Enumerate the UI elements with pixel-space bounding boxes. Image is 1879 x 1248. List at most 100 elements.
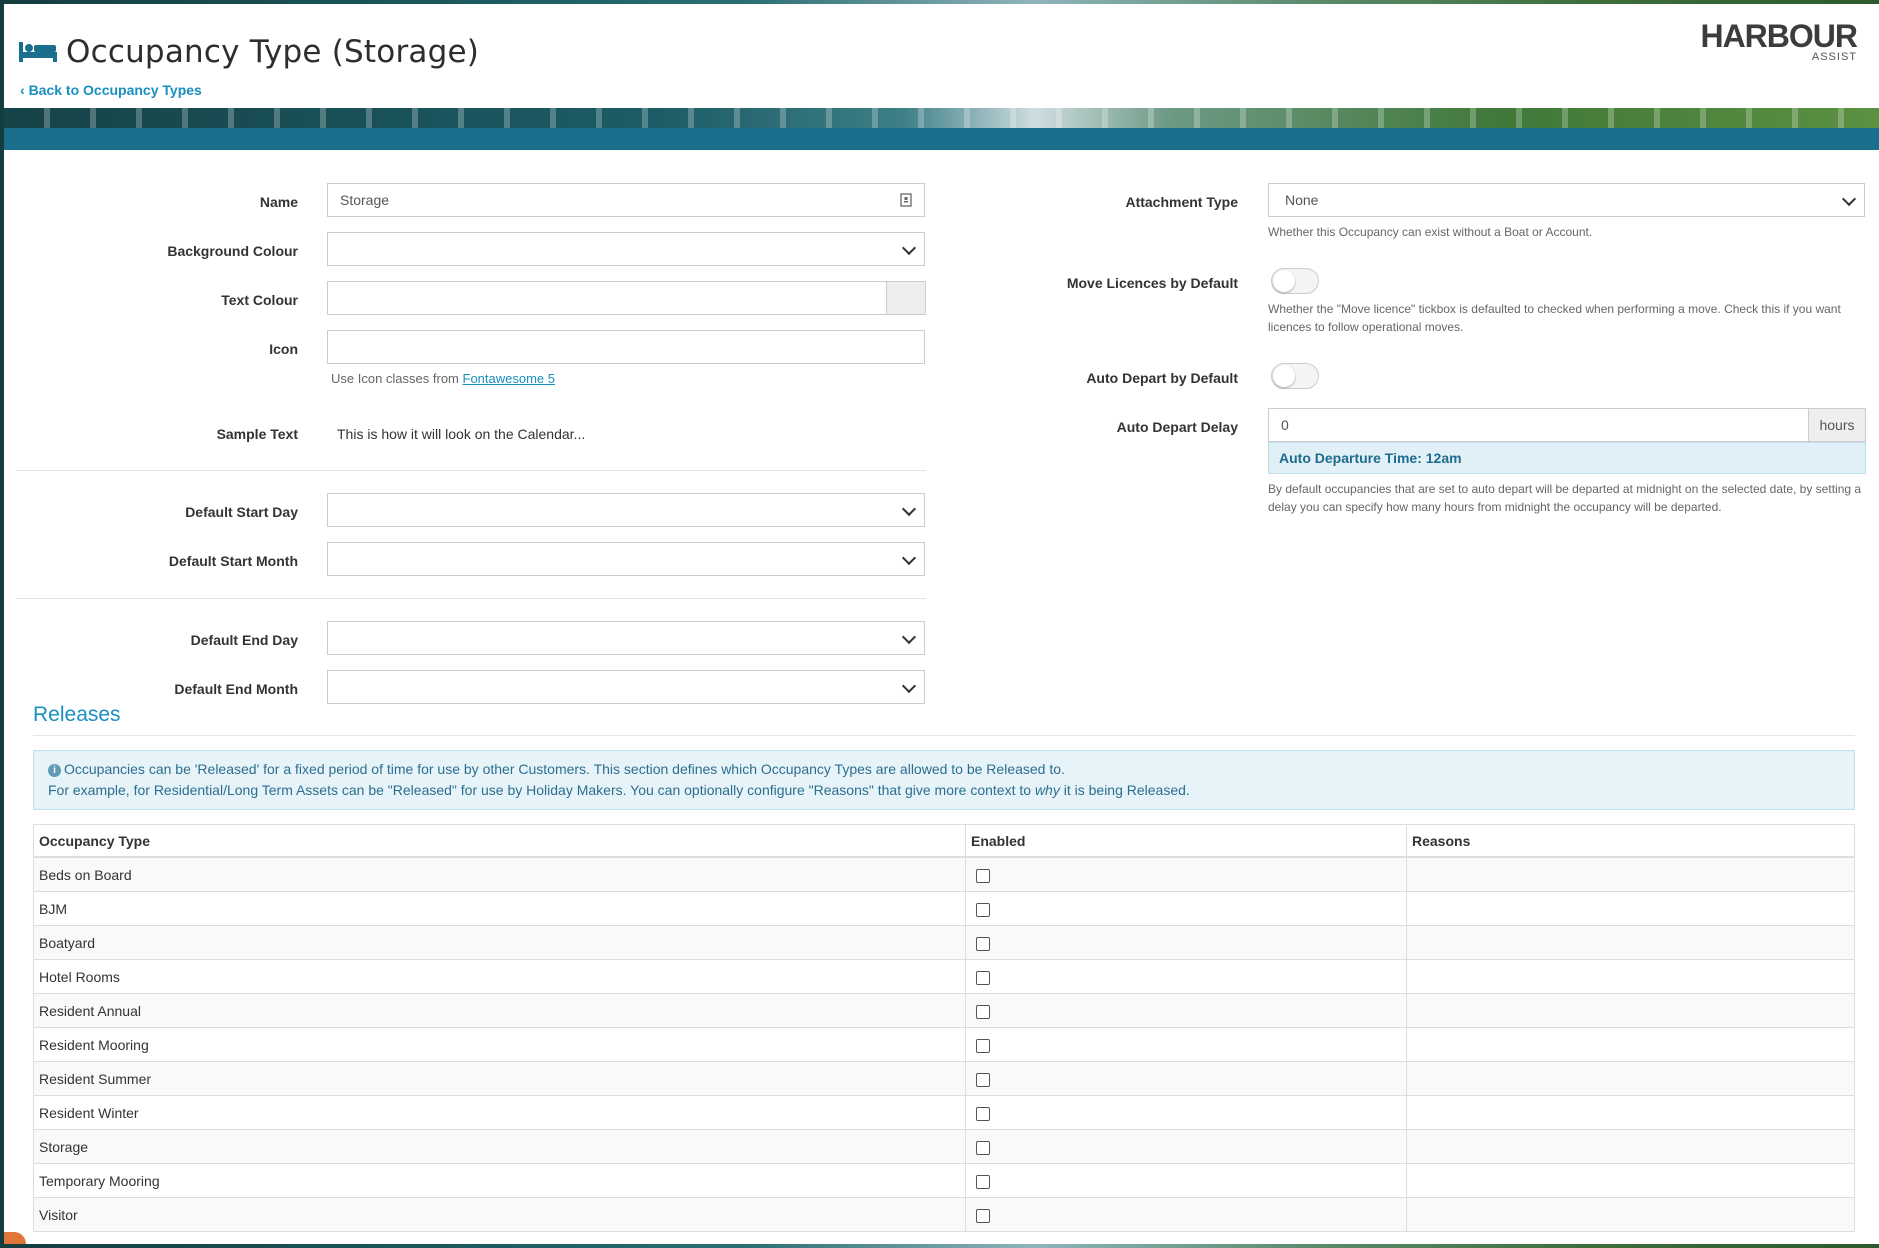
auto-depart-delay-help: By default occupancies that are set to a… [1268, 482, 1862, 514]
attachment-type-value: None [1285, 192, 1319, 208]
auto-depart-delay-input[interactable]: 0 [1268, 408, 1809, 442]
header-bar [4, 128, 1879, 150]
default-start-month-select[interactable] [327, 542, 925, 576]
hours-addon: hours [1808, 408, 1866, 442]
enabled-cell [965, 1129, 1407, 1164]
reasons-cell[interactable] [1406, 1095, 1855, 1130]
divider [16, 598, 926, 599]
enabled-checkbox[interactable] [976, 1038, 990, 1053]
logo-main-text: HARBOUR [1700, 18, 1858, 54]
table-row: Resident Winter [33, 1095, 1855, 1130]
fontawesome-link[interactable]: Fontawesome 5 [463, 371, 556, 386]
enabled-cell [965, 1061, 1407, 1096]
enabled-checkbox[interactable] [976, 1106, 990, 1121]
default-end-day-label: Default End Day [190, 632, 298, 648]
auto-departure-time-info: Auto Departure Time: 12am [1268, 442, 1866, 474]
table-row: Beds on Board [33, 856, 1855, 892]
bed-icon [19, 42, 57, 62]
reasons-cell[interactable] [1406, 891, 1855, 926]
occupancy-type-cell: Resident Summer [33, 1061, 966, 1096]
icon-input[interactable] [327, 330, 925, 364]
enabled-checkbox[interactable] [976, 936, 990, 951]
contact-card-icon [900, 193, 912, 207]
default-start-month-label: Default Start Month [168, 553, 298, 569]
enabled-checkbox[interactable] [976, 1004, 990, 1019]
reasons-cell[interactable] [1406, 1061, 1855, 1096]
default-end-month-label: Default End Month [174, 681, 298, 697]
occupancy-type-cell: Resident Annual [33, 993, 966, 1028]
enabled-cell [965, 1163, 1407, 1198]
enabled-checkbox[interactable] [976, 1072, 990, 1087]
table-row: BJM [33, 891, 1855, 926]
enabled-checkbox[interactable] [976, 1174, 990, 1189]
reasons-cell[interactable] [1406, 856, 1855, 892]
default-end-month-select[interactable] [327, 670, 925, 704]
table-row: Resident Summer [33, 1061, 1855, 1096]
enabled-checkbox[interactable] [976, 1208, 990, 1223]
harbour-assist-logo: HARBOUR ASSIST [1700, 18, 1858, 63]
reasons-cell[interactable] [1406, 993, 1855, 1028]
auto-depart-delay-value: 0 [1281, 417, 1289, 433]
enabled-cell [965, 925, 1407, 960]
form-area: Name Storage Background Colour Text Colo… [4, 150, 1879, 730]
occupancy-type-cell: Storage [33, 1129, 966, 1164]
releases-table: Occupancy Type Enabled Reasons Beds on B… [33, 824, 1855, 1232]
info-line-2: For example, for Residential/Long Term A… [48, 780, 1840, 801]
enabled-checkbox[interactable] [976, 902, 990, 917]
chevron-down-icon [901, 501, 917, 517]
table-row: Storage [33, 1129, 1855, 1164]
default-start-day-select[interactable] [327, 493, 925, 527]
name-value: Storage [340, 192, 390, 208]
column-header-reasons: Reasons [1406, 824, 1855, 858]
name-input[interactable]: Storage [327, 183, 925, 217]
attachment-type-help: Whether this Occupancy can exist without… [1268, 225, 1593, 239]
enabled-checkbox[interactable] [976, 1140, 990, 1155]
page-frame: Occupancy Type (Storage) ‹ Back to Occup… [4, 4, 1879, 1244]
reasons-cell[interactable] [1406, 1129, 1855, 1164]
toggle-knob [1273, 365, 1295, 387]
column-header-occupancy-type: Occupancy Type [33, 824, 966, 858]
chevron-down-icon [901, 240, 917, 256]
background-colour-label: Background Colour [167, 243, 298, 259]
icon-help: Use Icon classes from Fontawesome 5 [331, 370, 555, 388]
default-start-day-label: Default Start Day [185, 504, 298, 520]
enabled-cell [965, 993, 1407, 1028]
auto-depart-toggle[interactable] [1271, 363, 1319, 389]
enabled-cell [965, 856, 1407, 892]
occupancy-type-cell: Hotel Rooms [33, 959, 966, 994]
move-licences-label: Move Licences by Default [1066, 275, 1238, 291]
enabled-cell [965, 1095, 1407, 1130]
enabled-cell [965, 1197, 1407, 1232]
info-line-2-post: it is being Released. [1059, 782, 1190, 798]
reasons-cell[interactable] [1406, 1197, 1855, 1232]
reasons-cell[interactable] [1406, 925, 1855, 960]
info-line-1: i Occupancies can be 'Released' for a fix… [48, 759, 1840, 780]
icon-help-text: Use Icon classes from [331, 371, 463, 386]
enabled-cell [965, 959, 1407, 994]
releases-section: Releases i Occupancies can be 'Released' … [33, 703, 1855, 1232]
text-colour-input[interactable] [327, 281, 887, 315]
info-line-2-pre: For example, for Residential/Long Term A… [48, 782, 1035, 798]
table-row: Hotel Rooms [33, 959, 1855, 994]
releases-title: Releases [33, 703, 1855, 736]
occupancy-type-cell: Beds on Board [33, 856, 966, 892]
text-colour-swatch[interactable] [886, 281, 926, 315]
info-line-1-text: Occupancies can be 'Released' for a fixe… [64, 761, 1065, 777]
move-licences-help: Whether the "Move licence" tickbox is de… [1268, 302, 1841, 334]
enabled-checkbox[interactable] [976, 970, 990, 985]
occupancy-type-cell: Boatyard [33, 925, 966, 960]
table-row: Resident Annual [33, 993, 1855, 1028]
back-to-occupancy-types-link[interactable]: ‹ Back to Occupancy Types [20, 82, 202, 98]
reasons-cell[interactable] [1406, 1027, 1855, 1062]
default-end-day-select[interactable] [327, 621, 925, 655]
attachment-type-select[interactable]: None [1268, 183, 1865, 217]
chevron-down-icon [901, 550, 917, 566]
background-colour-select[interactable] [327, 232, 925, 266]
reasons-cell[interactable] [1406, 1163, 1855, 1198]
move-licences-toggle[interactable] [1271, 268, 1319, 294]
chevron-down-icon [901, 678, 917, 694]
enabled-checkbox[interactable] [976, 868, 990, 883]
info-line-2-em: why [1034, 782, 1060, 798]
reasons-cell[interactable] [1406, 959, 1855, 994]
help-badge[interactable] [4, 1232, 26, 1244]
